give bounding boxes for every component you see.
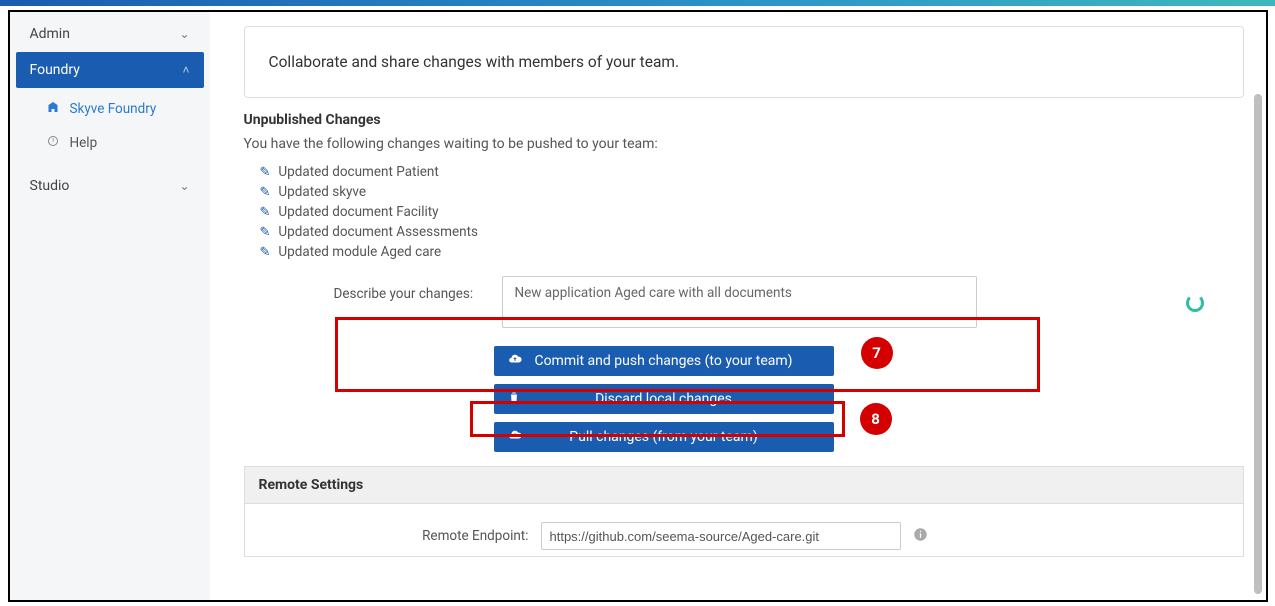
pull-button[interactable]: Pull changes (from your team) [494, 422, 834, 452]
change-text: Updated module Aged care [278, 244, 441, 260]
sidebar-item-studio[interactable]: Studio ⌄ [16, 168, 204, 204]
annotation-badge-7: 7 [861, 337, 893, 369]
sidebar-subitem-label: Skyve Foundry [70, 101, 157, 117]
changes-list: ✎ Updated document Patient ✎ Updated skyve… [244, 162, 1244, 262]
change-item: ✎ Updated module Aged care [260, 242, 1244, 262]
unpublished-heading: Unpublished Changes [244, 112, 1244, 128]
remote-endpoint-input[interactable] [541, 522, 901, 550]
cloud-upload-icon [508, 352, 522, 370]
remote-settings-panel: Remote Endpoint: [244, 503, 1244, 557]
sidebar-label: Studio [30, 178, 70, 194]
change-text: Updated document Facility [278, 204, 438, 220]
building-icon [46, 101, 60, 117]
sidebar-label: Admin [30, 26, 70, 42]
edit-icon: ✎ [260, 225, 271, 240]
change-item: ✎ Updated skyve [260, 182, 1244, 202]
sidebar-subitem-skyve-foundry[interactable]: Skyve Foundry [16, 92, 204, 126]
button-label: Commit and push changes (to your team) [534, 353, 792, 369]
chevron-down-icon: ⌄ [179, 179, 189, 193]
discard-button[interactable]: Discard local changes [494, 384, 834, 414]
help-icon: ? [46, 135, 60, 151]
describe-input[interactable]: New application Aged care with all docum… [502, 276, 977, 328]
describe-value: New application Aged care with all docum… [515, 285, 792, 301]
edit-icon: ✎ [260, 165, 271, 180]
sidebar-subitem-label: Help [70, 135, 98, 151]
button-label: Discard local changes [595, 391, 732, 407]
remote-endpoint-label: Remote Endpoint: [389, 528, 529, 544]
chevron-down-icon: ⌄ [179, 27, 189, 41]
sidebar: Admin ⌄ Foundry ˄ Skyve Foundry ? Help S… [10, 12, 210, 600]
sidebar-label: Foundry [30, 62, 80, 78]
trash-icon [508, 391, 520, 407]
annotation-badge-8: 8 [860, 403, 892, 435]
unpublished-intro: You have the following changes waiting t… [244, 136, 1244, 152]
sidebar-item-admin[interactable]: Admin ⌄ [16, 16, 204, 52]
change-text: Updated document Patient [278, 164, 438, 180]
cloud-download-icon [508, 428, 522, 446]
sidebar-item-foundry[interactable]: Foundry ˄ [16, 52, 204, 88]
top-gradient-bar [0, 0, 1275, 10]
sidebar-subitem-help[interactable]: ? Help [16, 126, 204, 160]
edit-icon: ✎ [260, 205, 271, 220]
button-label: Pull changes (from your team) [569, 429, 757, 445]
svg-text:?: ? [51, 138, 54, 145]
spinner-icon [1186, 294, 1204, 312]
change-item: ✎ Updated document Assessments [260, 222, 1244, 242]
main-content: Collaborate and share changes with membe… [210, 12, 1266, 600]
action-buttons: Commit and push changes (to your team) D… [494, 346, 834, 452]
banner-text: Collaborate and share changes with membe… [269, 53, 680, 71]
remote-settings-heading: Remote Settings [244, 466, 1244, 503]
change-text: Updated document Assessments [278, 224, 478, 240]
describe-label: Describe your changes: [334, 276, 494, 302]
info-icon[interactable] [913, 527, 928, 546]
chevron-up-icon: ˄ [182, 63, 189, 77]
describe-row: Describe your changes: New application A… [334, 276, 1244, 328]
change-item: ✎ Updated document Patient [260, 162, 1244, 182]
change-item: ✎ Updated document Facility [260, 202, 1244, 222]
edit-icon: ✎ [260, 185, 271, 200]
commit-button[interactable]: Commit and push changes (to your team) [494, 346, 834, 376]
app-frame: Admin ⌄ Foundry ˄ Skyve Foundry ? Help S… [8, 10, 1268, 602]
collaborate-banner: Collaborate and share changes with membe… [244, 26, 1244, 98]
edit-icon: ✎ [260, 245, 271, 260]
change-text: Updated skyve [278, 184, 366, 200]
scrollbar[interactable] [1254, 94, 1262, 594]
